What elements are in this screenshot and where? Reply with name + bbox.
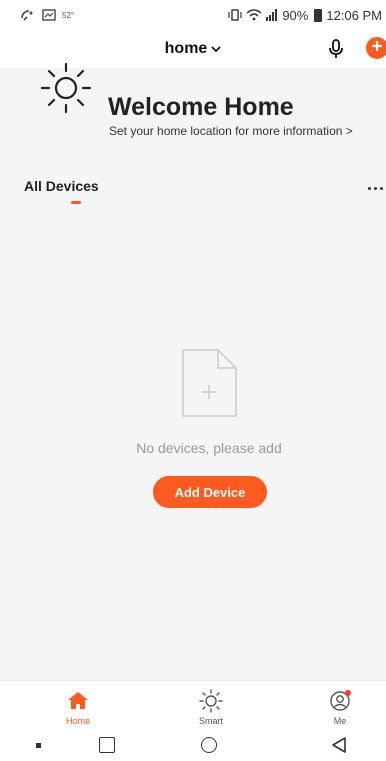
- active-tab-indicator: [71, 201, 81, 204]
- tab-label: Me: [333, 716, 347, 726]
- app-screen: 52° 90% 12:06 PM home Welcome Home Set y…: [0, 0, 386, 761]
- more-options-button[interactable]: [368, 184, 386, 192]
- status-right: 90% 12:06 PM: [228, 8, 382, 23]
- system-nav-bar: [0, 730, 386, 761]
- sun-icon: [38, 60, 94, 116]
- bottom-tab-bar: Home Smart Me: [0, 680, 386, 730]
- tab-label: Home: [65, 716, 90, 726]
- home-location-link[interactable]: Set your home location for more informat…: [109, 124, 353, 138]
- more-dot: [374, 186, 377, 190]
- tab-me[interactable]: Me: [300, 681, 380, 731]
- home-title: home: [164, 40, 208, 57]
- wifi-icon: [246, 9, 262, 21]
- plus-icon: [371, 39, 383, 57]
- empty-document-icon: [180, 347, 238, 419]
- more-dot: [380, 186, 383, 190]
- temperature-text: 52°: [62, 10, 75, 20]
- back-triangle-icon[interactable]: [331, 737, 347, 753]
- welcome-title: Welcome Home: [108, 93, 294, 121]
- home-selector[interactable]: home: [165, 40, 222, 58]
- add-button[interactable]: [366, 37, 386, 59]
- clock: 12:06 PM: [326, 7, 382, 23]
- status-left: 52°: [20, 8, 74, 22]
- vibrate-icon: [228, 9, 242, 21]
- home-circle-icon[interactable]: [201, 737, 217, 753]
- user-icon: [328, 689, 352, 713]
- more-dot: [368, 186, 371, 190]
- tab-home[interactable]: Home: [38, 681, 118, 731]
- chevron-down-icon: [211, 40, 221, 58]
- home-icon: [66, 689, 90, 713]
- status-bar: 52° 90% 12:06 PM: [0, 0, 386, 30]
- recents-dot-icon[interactable]: [36, 743, 41, 748]
- tab-label: Smart: [198, 716, 223, 726]
- empty-state-text: No devices, please add: [136, 440, 282, 456]
- wifi-calling-icon: [20, 8, 36, 22]
- tab-all-devices[interactable]: All Devices: [24, 178, 99, 194]
- tab-smart[interactable]: Smart: [171, 681, 251, 731]
- sun-icon: [199, 689, 223, 713]
- signal-icon: [266, 9, 278, 21]
- overview-square-icon[interactable]: [99, 737, 115, 753]
- battery-percent: 90%: [282, 7, 309, 23]
- add-device-button[interactable]: Add Device: [153, 476, 267, 508]
- message-icon: [42, 9, 56, 21]
- battery-icon: [314, 8, 323, 22]
- microphone-icon[interactable]: [326, 38, 346, 60]
